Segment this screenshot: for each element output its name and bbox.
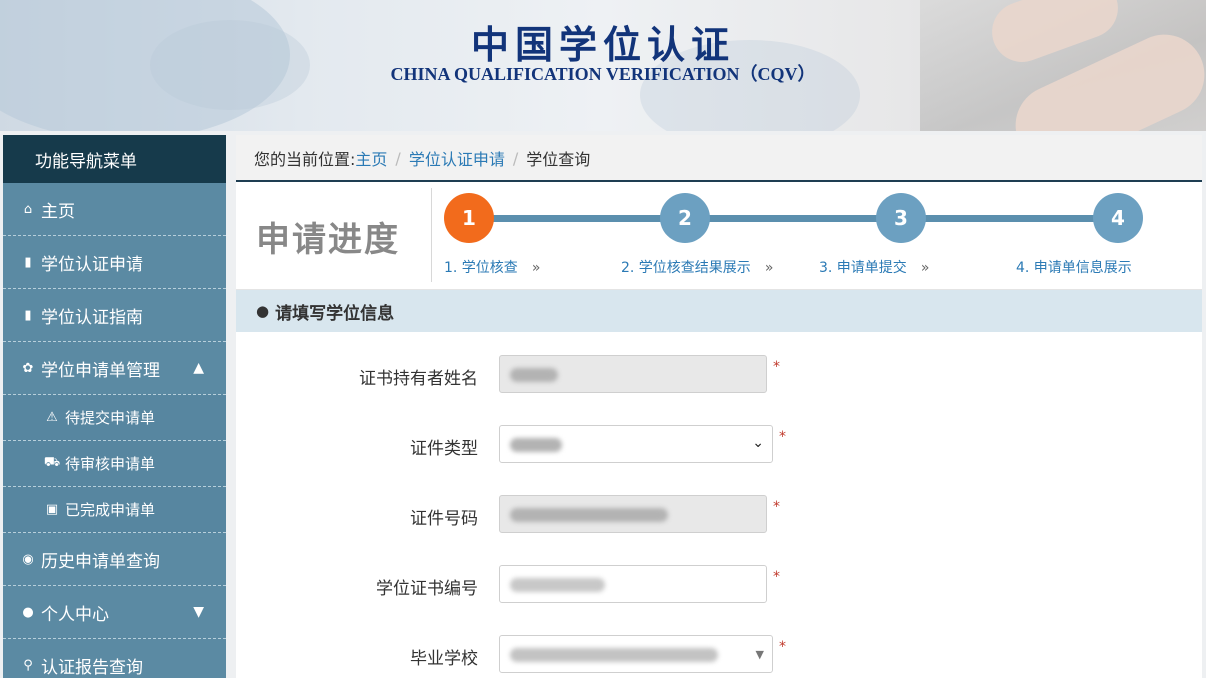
step-4-label: 4. 申请单信息展示 [1016, 260, 1132, 276]
progress-track [469, 215, 1119, 222]
redacted-value [510, 508, 668, 522]
id-type-select[interactable]: ⌄ [499, 425, 773, 463]
breadcrumb-prefix: 您的当前位置: [254, 150, 356, 169]
sidebar-subitem-label: 已完成申请单 [65, 501, 156, 519]
sidebar-item-label: 学位申请单管理 [41, 360, 160, 381]
form-row-holder-name: 证书持有者姓名 * [236, 355, 1202, 395]
school-select[interactable]: ▼ [499, 635, 773, 673]
sidebar-header: 功能导航菜单 [3, 135, 226, 183]
chevron-down-icon: ▼ [193, 604, 204, 620]
id-number-field[interactable] [499, 495, 767, 533]
sidebar-item-report[interactable]: ⚲ 认证报告查询 [3, 639, 226, 678]
field-label: 证书持有者姓名 [359, 369, 478, 389]
sidebar-item-label: 主页 [41, 201, 75, 222]
required-mark: * [773, 569, 780, 585]
sidebar-subitem-pending-review[interactable]: ⛟ 待审核申请单 [3, 441, 226, 487]
warning-icon: ⚠ [46, 410, 58, 425]
sidebar-item-manage[interactable]: ✿ 学位申请单管理 ▲ [3, 342, 226, 395]
form-section-title: 请填写学位信息 [275, 303, 395, 324]
sidebar-item-home[interactable]: ⌂ 主页 [3, 183, 226, 236]
required-mark: * [773, 499, 780, 515]
breadcrumb: 您的当前位置: 主页 / 学位认证申请 / 学位查询 [236, 135, 1202, 181]
breadcrumb-current: 学位查询 [526, 150, 591, 169]
progress-divider [431, 188, 432, 282]
caret-down-icon: ▼ [755, 648, 764, 661]
form-row-id-number: 证件号码 * [236, 495, 1202, 535]
form-row-id-type: 证件类型 ⌄ * [236, 425, 1202, 465]
step-4-circle: 4 [1093, 193, 1143, 243]
redacted-value [510, 648, 718, 662]
user-icon: ● [22, 604, 34, 620]
required-mark: * [773, 359, 780, 375]
step-arrow: » [920, 260, 930, 276]
sidebar-item-label: 学位认证指南 [41, 307, 143, 328]
search-icon: ⚲ [23, 657, 33, 673]
sidebar-item-guide[interactable]: ▮ 学位认证指南 [3, 289, 226, 342]
chevron-down-icon: ⌄ [752, 435, 764, 451]
step-label-text: 1. 学位核查 [444, 260, 518, 276]
briefcase-icon: ▣ [45, 502, 59, 517]
sidebar-item-label: 认证报告查询 [41, 657, 143, 678]
chevron-up-icon: ▲ [193, 360, 204, 376]
home-icon: ⌂ [23, 201, 33, 217]
breadcrumb-home-link[interactable]: 主页 [355, 146, 387, 170]
step-2-label: 2. 学位核查结果展示 » [621, 257, 773, 277]
form-section-header: ● 请填写学位信息 [236, 290, 1202, 332]
sidebar-item-history[interactable]: ◉ 历史申请单查询 [3, 533, 226, 586]
step-label-text: 3. 申请单提交 [819, 260, 907, 276]
gear-icon: ✿ [22, 360, 34, 376]
step-arrow: » [764, 260, 774, 276]
site-banner: 中国学位认证 CHINA QUALIFICATION VERIFICATION（… [0, 0, 1206, 131]
site-subtitle: CHINA QUALIFICATION VERIFICATION（CQV） [390, 64, 816, 84]
sidebar-item-label: 历史申请单查询 [41, 551, 160, 572]
sidebar-subitem-label: 待审核申请单 [65, 455, 156, 473]
redacted-value [510, 578, 605, 592]
step-3-circle: 3 [876, 193, 926, 243]
sidebar-subitem-label: 待提交申请单 [65, 409, 156, 427]
user-icon: ● [256, 302, 270, 320]
main-panel: 申请进度 1 2 3 4 1. 学位核查 » 2. 学位核查结果展示 » 3. 申请… [236, 180, 1202, 678]
step-label-text: 2. 学位核查结果展示 [621, 260, 751, 276]
step-2-circle: 2 [660, 193, 710, 243]
sidebar-item-label: 个人中心 [41, 604, 109, 625]
progress-title: 申请进度 [256, 220, 400, 260]
sidebar-subitem-completed[interactable]: ▣ 已完成申请单 [3, 487, 226, 533]
sidebar-item-profile[interactable]: ● 个人中心 ▼ [3, 586, 226, 639]
cart-icon: ⛟ [43, 455, 61, 470]
field-label: 证件号码 [410, 509, 478, 529]
required-mark: * [779, 429, 786, 445]
step-arrow: » [531, 260, 541, 276]
bookmark-icon: ▮ [24, 307, 32, 323]
sidebar-item-apply[interactable]: ▮ 学位认证申请 [3, 236, 226, 289]
sidebar-nav: 功能导航菜单 ⌂ 主页 ▮ 学位认证申请 ▮ 学位认证指南 ✿ 学位申请单管理 … [3, 135, 226, 678]
breadcrumb-separator: / [512, 148, 519, 168]
holder-name-field[interactable] [499, 355, 767, 393]
step-1-label: 1. 学位核查 » [444, 257, 540, 277]
breadcrumb-apply-link[interactable]: 学位认证申请 [409, 146, 505, 170]
redacted-value [510, 438, 562, 452]
form-row-school: 毕业学校 ▼ * [236, 635, 1202, 675]
progress-steps: 申请进度 1 2 3 4 1. 学位核查 » 2. 学位核查结果展示 » 3. 申请… [236, 182, 1202, 290]
field-label: 学位证书编号 [376, 579, 478, 599]
sidebar-item-label: 学位认证申请 [41, 254, 143, 275]
certificate-number-input[interactable] [499, 565, 767, 603]
step-3-label: 3. 申请单提交 » [819, 257, 929, 277]
field-label: 毕业学校 [410, 649, 478, 669]
step-1-circle: 1 [444, 193, 494, 243]
form-row-certificate-number: 学位证书编号 * [236, 565, 1202, 605]
camera-icon: ◉ [22, 551, 34, 567]
sidebar-subitem-pending-submit[interactable]: ⚠ 待提交申请单 [3, 395, 226, 441]
file-icon: ▮ [24, 254, 32, 270]
required-mark: * [779, 639, 786, 655]
field-label: 证件类型 [410, 439, 478, 459]
breadcrumb-separator: / [395, 148, 401, 168]
redacted-value [510, 368, 558, 382]
